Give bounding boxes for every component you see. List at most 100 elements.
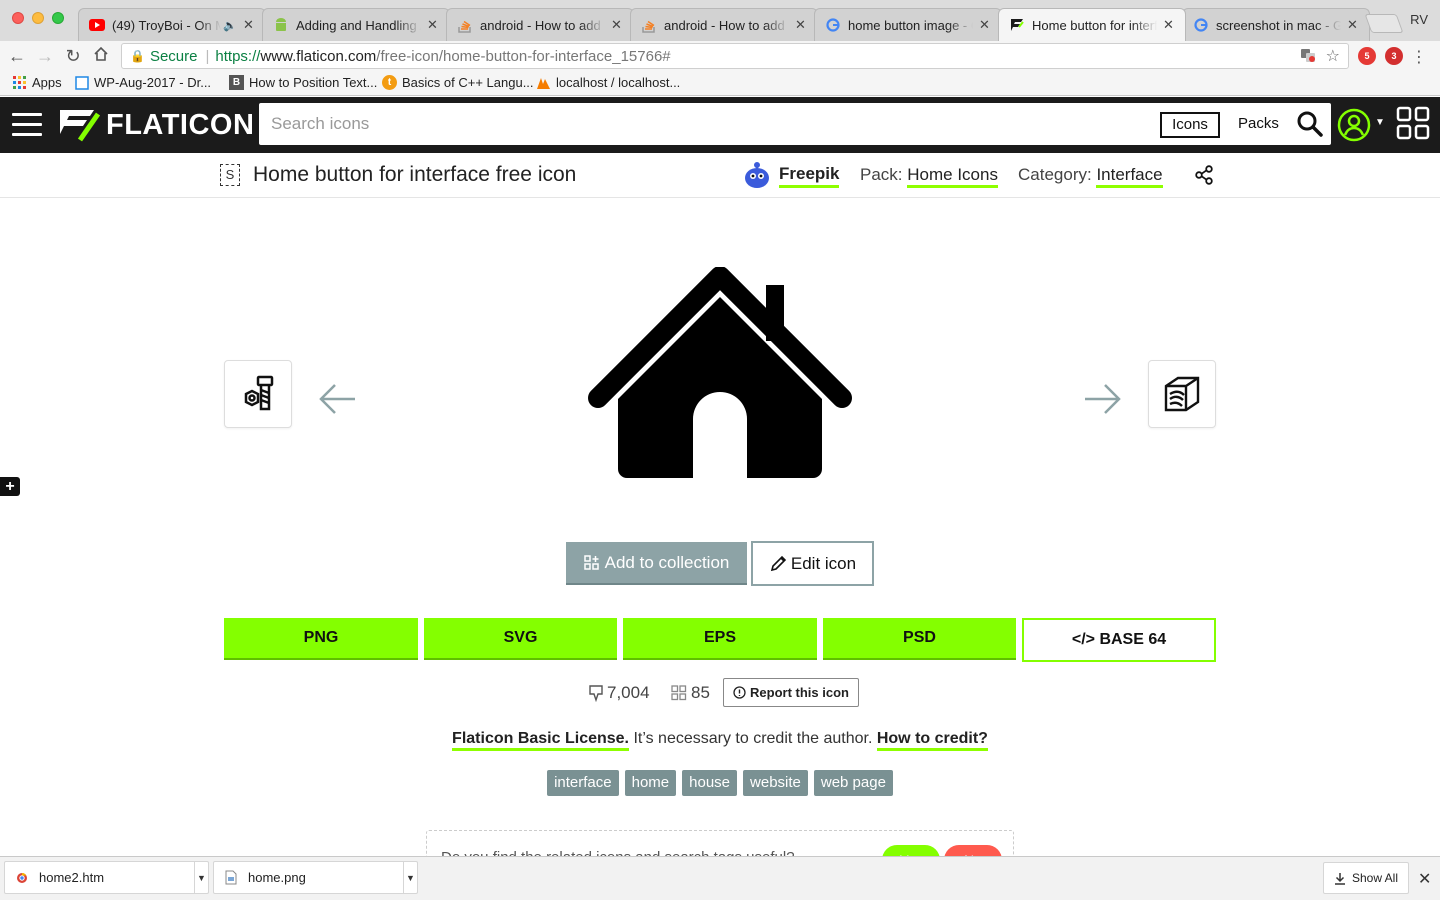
chevron-down-icon[interactable]: ▼	[194, 861, 208, 894]
download-item[interactable]: home.png ▼	[213, 861, 418, 894]
search-icon[interactable]	[1296, 110, 1324, 143]
browser-tab[interactable]: android - How to add i ✕	[630, 8, 818, 41]
pack-link[interactable]: Home Icons	[907, 165, 998, 188]
download-filename: home2.htm	[39, 870, 105, 885]
close-tab-icon[interactable]: ✕	[427, 17, 439, 33]
bookmark-label: Apps	[32, 75, 62, 90]
bookmark-apps[interactable]: Apps	[12, 75, 62, 90]
stackoverflow-icon	[641, 17, 657, 33]
image-file-icon	[224, 870, 238, 886]
how-to-credit-link[interactable]: How to credit?	[876, 730, 988, 751]
close-tab-icon[interactable]: ✕	[1163, 17, 1175, 33]
browser-menu-icon[interactable]: ⋮	[1411, 47, 1427, 67]
google-icon	[1193, 17, 1209, 33]
close-tab-icon[interactable]: ✕	[979, 17, 991, 33]
new-tab-button[interactable]	[1364, 14, 1404, 33]
edit-icon-button[interactable]: Edit icon	[751, 541, 874, 586]
tag-house[interactable]: house	[682, 770, 738, 796]
bookmark-label: WP-Aug-2017 - Dr...	[94, 75, 212, 90]
hamburger-menu-icon[interactable]	[12, 113, 42, 137]
packs-filter-button[interactable]: Packs	[1238, 115, 1279, 132]
close-icon[interactable]: ✕	[1418, 869, 1431, 889]
apps-grid-icon[interactable]	[1396, 106, 1430, 145]
address-bar[interactable]: 🔒 Secure | https:// www.flaticon.com /fr…	[121, 43, 1349, 69]
minimize-window-button[interactable]	[32, 12, 44, 24]
bookmark-item[interactable]: WP-Aug-2017 - Dr...	[74, 75, 211, 90]
close-window-button[interactable]	[12, 12, 24, 24]
tab-title: (49) TroyBoi - On M	[112, 17, 222, 33]
collection-add-icon	[583, 554, 599, 570]
bookmark-item[interactable]: localhost / localhost...	[536, 75, 680, 90]
close-tab-icon[interactable]: ✕	[795, 17, 807, 33]
author-link[interactable]: Freepik	[779, 164, 840, 188]
collection-count-value: 85	[691, 683, 710, 702]
add-to-collection-button[interactable]: Add to collection	[566, 542, 747, 585]
user-account-icon[interactable]	[1337, 108, 1371, 147]
close-tab-icon[interactable]: ✕	[243, 17, 255, 33]
share-icon[interactable]	[1195, 165, 1213, 190]
search-bar: Icons Packs	[259, 103, 1331, 145]
stackoverflow-icon	[457, 17, 473, 33]
bolt-nut-icon	[244, 375, 274, 411]
download-png-button[interactable]: PNG	[224, 618, 418, 660]
base64-button[interactable]: </> BASE 64	[1022, 618, 1216, 662]
extension-icon[interactable]: 5	[1358, 47, 1376, 65]
license-notice: Flaticon Basic License. It’s necessary t…	[0, 730, 1440, 751]
floating-add-button[interactable]: +	[0, 477, 20, 496]
translate-icon[interactable]	[1300, 47, 1316, 66]
tab-title: android - How to add i	[664, 17, 789, 33]
browser-tab[interactable]: android - How to add i ✕	[446, 8, 634, 41]
bookmark-item[interactable]: B How to Position Text...	[229, 75, 377, 90]
download-eps-button[interactable]: EPS	[623, 618, 817, 660]
next-arrow-icon[interactable]	[1081, 378, 1123, 425]
youtube-icon	[89, 17, 105, 33]
bookmark-label: localhost / localhost...	[556, 75, 681, 90]
bookmark-star-icon[interactable]: ☆	[1326, 46, 1340, 66]
chrome-doc-icon	[15, 870, 29, 886]
tag-home[interactable]: home	[624, 770, 677, 796]
browser-tab[interactable]: screenshot in mac - Go ✕	[1182, 8, 1370, 41]
tab-title: screenshot in mac - Go	[1216, 17, 1341, 33]
back-arrow-icon[interactable]: ←	[6, 46, 28, 66]
reload-icon[interactable]: ↻	[62, 46, 84, 66]
category-link[interactable]: Interface	[1096, 165, 1163, 188]
report-icon-button[interactable]: Report this icon	[723, 678, 859, 707]
browser-tab[interactable]: home button image - G ✕	[814, 8, 1002, 41]
browser-tab[interactable]: Adding and Handling A ✕	[262, 8, 450, 41]
apps-grid-icon	[12, 75, 27, 90]
browser-tab[interactable]: (49) TroyBoi - On M 🔈 ✕	[78, 8, 266, 41]
close-tab-icon[interactable]: ✕	[611, 17, 623, 33]
bookmark-label: How to Position Text...	[249, 75, 378, 90]
search-input[interactable]	[259, 103, 1139, 145]
maximize-window-button[interactable]	[52, 12, 64, 24]
previous-icon-thumbnail[interactable]	[224, 360, 292, 428]
tab-title: home button image - G	[848, 17, 973, 33]
chevron-down-icon[interactable]: ▼	[403, 861, 417, 894]
browser-tab-active[interactable]: Home button for interfa ✕	[998, 8, 1186, 41]
google-icon	[825, 17, 841, 33]
b-icon: B	[229, 75, 244, 90]
tag-web-page[interactable]: web page	[813, 770, 893, 796]
next-icon-thumbnail[interactable]	[1148, 360, 1216, 428]
icons-filter-button[interactable]: Icons	[1160, 112, 1220, 138]
site-header: FLATICON Icons Packs ▼	[0, 97, 1440, 153]
profile-button[interactable]: RV	[1410, 12, 1428, 27]
tag-website[interactable]: website	[743, 770, 808, 796]
freepik-avatar-icon[interactable]	[742, 161, 772, 194]
download-svg-button[interactable]: SVG	[424, 618, 617, 660]
previous-arrow-icon[interactable]	[317, 378, 359, 425]
license-text: It’s necessary to credit the author.	[629, 730, 877, 747]
close-tab-icon[interactable]: ✕	[1347, 17, 1359, 33]
home-icon[interactable]	[90, 46, 112, 66]
adblock-icon[interactable]: 3	[1385, 47, 1403, 65]
show-all-downloads-button[interactable]: Show All	[1323, 862, 1409, 894]
download-item[interactable]: home2.htm ▼	[4, 861, 209, 894]
forward-arrow-icon[interactable]: →	[34, 46, 56, 66]
tag-interface[interactable]: interface	[547, 770, 619, 796]
download-psd-button[interactable]: PSD	[823, 618, 1016, 660]
bookmark-item[interactable]: t Basics of C++ Langu...	[382, 75, 534, 90]
flaticon-logo[interactable]: FLATICON	[60, 109, 254, 142]
chevron-down-icon[interactable]: ▼	[1375, 117, 1385, 128]
license-link[interactable]: Flaticon Basic License.	[452, 730, 629, 751]
download-count: 7,004	[588, 679, 650, 707]
